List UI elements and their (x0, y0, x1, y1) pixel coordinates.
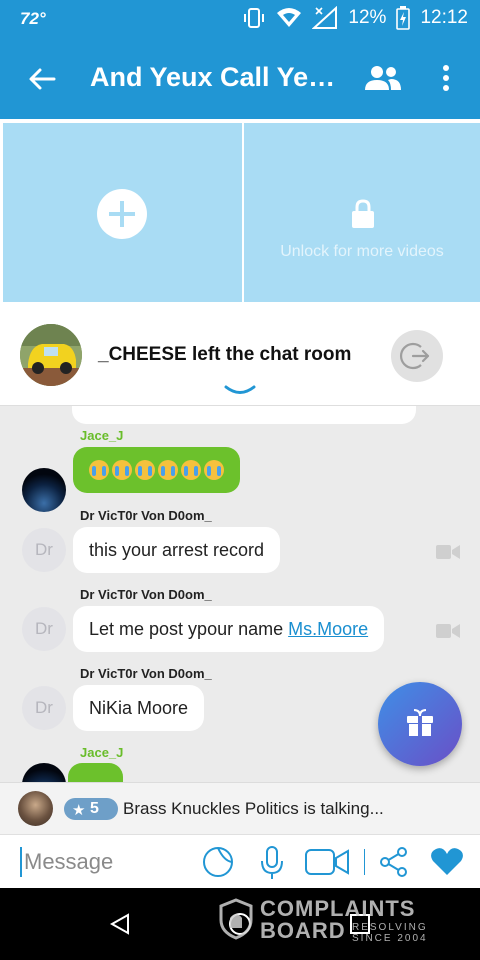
battery-charging-icon (396, 6, 411, 30)
shield-icon (219, 898, 253, 940)
overflow-menu-icon[interactable] (434, 63, 458, 93)
add-video-tile[interactable] (3, 123, 242, 302)
heart-icon[interactable] (430, 847, 464, 877)
video-camera-icon[interactable] (436, 623, 460, 639)
crying-emoji-icon (135, 460, 155, 480)
sender-avatar[interactable] (22, 763, 66, 782)
crying-emoji-icon (158, 460, 178, 480)
watermark-tagline: RESOLVING (352, 922, 428, 933)
cell-signal-icon (312, 6, 338, 29)
crying-emoji-icon (89, 460, 109, 480)
message-bubble[interactable]: Let me post ypour name Ms.Moore (73, 606, 385, 652)
talking-indicator[interactable]: ★ 5 Brass Knuckles Politics is talking..… (0, 782, 480, 834)
crying-emoji-icon (204, 460, 224, 480)
crying-emoji-icon (181, 460, 201, 480)
text-cursor (20, 847, 22, 877)
leave-room-button[interactable] (391, 330, 443, 382)
message-sender: Jace_J (80, 745, 124, 760)
members-icon[interactable] (364, 63, 402, 93)
battery-percent: 12% (348, 7, 387, 28)
vibrate-icon (244, 8, 265, 28)
talking-status-text: Brass Knuckles Politics is talking... (123, 799, 384, 818)
watermark-line3: RESOLVING SINCE 2004 (352, 922, 428, 944)
message-bubble[interactable]: NiKia Moore (73, 685, 205, 731)
sender-avatar[interactable] (22, 468, 66, 512)
message-bubble[interactable] (73, 447, 240, 493)
sender-avatar[interactable]: Dr (22, 528, 66, 572)
message-text: Let me post ypour name (89, 619, 289, 639)
message-input[interactable] (24, 848, 194, 876)
system-navigation-bar: COMPLAINTS BOARD RESOLVING SINCE 2004 (0, 888, 480, 960)
sender-avatar[interactable]: Dr (22, 686, 66, 730)
mention-link[interactable]: Ms.Moore (288, 619, 368, 639)
wifi-icon (277, 8, 302, 27)
sender-avatar[interactable]: Dr (22, 607, 66, 651)
message-composer (0, 834, 480, 888)
watermark-since: SINCE 2004 (352, 933, 428, 944)
chat-event-banner: _CHEESE left the chat room (0, 302, 480, 406)
message-bubble[interactable] (68, 763, 123, 782)
add-icon[interactable] (97, 189, 147, 239)
video-call-icon[interactable] (304, 845, 350, 879)
unlock-videos-label: Unlock for more videos (280, 243, 444, 260)
gift-button[interactable] (378, 682, 462, 766)
video-camera-icon[interactable] (436, 544, 460, 560)
gift-icon (407, 709, 433, 736)
star-icon: ★ (72, 802, 86, 819)
weather-temperature: 72° (20, 9, 46, 28)
chat-room-title[interactable]: And Yeux Call Ye… (90, 62, 340, 93)
app-toolbar: And Yeux Call Ye… (0, 37, 480, 119)
user-left-notice: _CHEESE left the chat room (98, 344, 352, 365)
user-level-badge: ★ 5 (64, 798, 118, 820)
share-icon[interactable] (378, 845, 410, 879)
message-sender: Dr VicT0r Von D0om_ (80, 666, 212, 681)
microphone-icon[interactable] (258, 845, 286, 881)
user-avatar (20, 324, 82, 386)
back-arrow-icon[interactable] (26, 63, 58, 95)
message-bubble[interactable]: this your arrest record (73, 527, 281, 573)
composer-divider (364, 849, 365, 875)
message-text: this your arrest record (89, 540, 265, 560)
crying-emoji-icon (112, 460, 132, 480)
status-bar: 72° 12% 12:12 (0, 0, 480, 37)
video-tiles: Unlock for more videos (0, 119, 480, 302)
message-sender: Jace_J (80, 428, 124, 443)
message-sender: Dr VicT0r Von D0om_ (80, 587, 212, 602)
status-icons: 12% 12:12 (242, 6, 468, 30)
sticker-icon[interactable] (200, 845, 236, 879)
speaker-avatar[interactable] (18, 791, 53, 826)
crying-emoji-row (89, 447, 224, 493)
message-sender: Dr VicT0r Von D0om_ (80, 508, 212, 523)
message-bubble (72, 406, 416, 424)
locked-video-tile[interactable]: Unlock for more videos (244, 123, 480, 302)
user-level: 5 (90, 800, 99, 817)
back-nav-icon[interactable] (108, 912, 132, 936)
lock-icon (352, 199, 374, 228)
message-text: NiKia Moore (89, 698, 189, 718)
chevron-down-icon[interactable] (224, 384, 256, 398)
watermark-line2: BOARD (260, 918, 346, 943)
exit-icon (399, 342, 430, 370)
clock: 12:12 (420, 7, 468, 28)
